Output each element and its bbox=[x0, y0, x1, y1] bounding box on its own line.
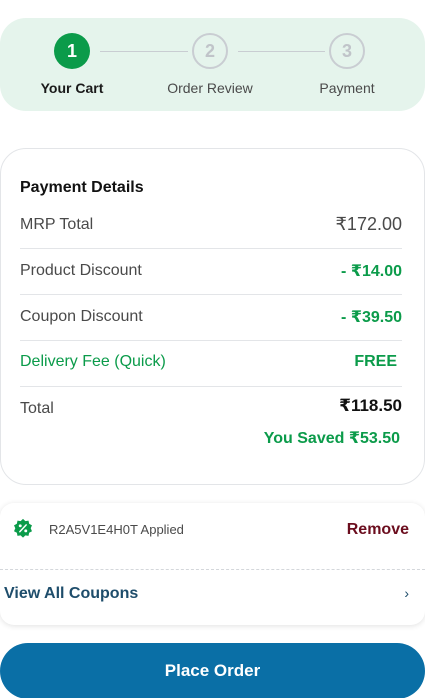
total-label: Total bbox=[20, 400, 54, 417]
total-value: ₹118.50 bbox=[339, 396, 402, 415]
step-connector bbox=[100, 51, 188, 52]
step-2-label: Order Review bbox=[167, 80, 253, 96]
payment-details-card: Payment Details MRP Total ₹172.00 Produc… bbox=[0, 148, 425, 485]
applied-coupon-text: R2A5V1E4H0T Applied bbox=[49, 522, 184, 537]
checkout-stepper: 1 2 3 Your Cart Order Review Payment bbox=[0, 18, 425, 111]
step-3-label: Payment bbox=[319, 80, 375, 96]
row-divider bbox=[20, 340, 402, 341]
coupon-card: R2A5V1E4H0T Applied Remove View All Coup… bbox=[0, 503, 425, 625]
row-divider bbox=[20, 294, 402, 295]
row-divider bbox=[20, 248, 402, 249]
discount-badge-icon bbox=[14, 518, 32, 538]
place-order-button[interactable]: Place Order bbox=[0, 643, 425, 698]
product-discount-row: Product Discount - ₹14.00 bbox=[20, 261, 402, 281]
row-divider bbox=[20, 386, 402, 387]
view-all-coupons-link[interactable]: View All Coupons bbox=[4, 585, 138, 603]
mrp-total-label: MRP Total bbox=[20, 215, 94, 233]
total-row: Total ₹118.50 bbox=[20, 396, 402, 418]
step-2-indicator: 2 bbox=[192, 33, 228, 69]
step-3-indicator: 3 bbox=[329, 33, 365, 69]
payment-details-title: Payment Details bbox=[20, 179, 144, 196]
coupon-divider bbox=[0, 569, 425, 570]
coupon-discount-row: Coupon Discount - ₹39.50 bbox=[20, 307, 402, 327]
coupon-discount-value: - ₹39.50 bbox=[341, 309, 402, 326]
mrp-total-value: ₹172.00 bbox=[335, 214, 402, 234]
step-1-label: Your Cart bbox=[40, 80, 104, 96]
coupon-discount-label: Coupon Discount bbox=[20, 308, 143, 325]
chevron-right-icon[interactable]: › bbox=[404, 585, 409, 601]
remove-coupon-button[interactable]: Remove bbox=[347, 521, 409, 539]
delivery-fee-value: FREE bbox=[354, 353, 397, 370]
product-discount-label: Product Discount bbox=[20, 262, 142, 279]
step-1-indicator: 1 bbox=[54, 33, 90, 69]
delivery-fee-label: Delivery Fee (Quick) bbox=[20, 353, 166, 370]
mrp-total-row: MRP Total ₹172.00 bbox=[20, 214, 402, 235]
savings-text: You Saved ₹53.50 bbox=[263, 430, 400, 447]
product-discount-value: - ₹14.00 bbox=[341, 263, 402, 280]
delivery-fee-row: Delivery Fee (Quick) FREE bbox=[20, 353, 402, 371]
step-connector bbox=[238, 51, 325, 52]
